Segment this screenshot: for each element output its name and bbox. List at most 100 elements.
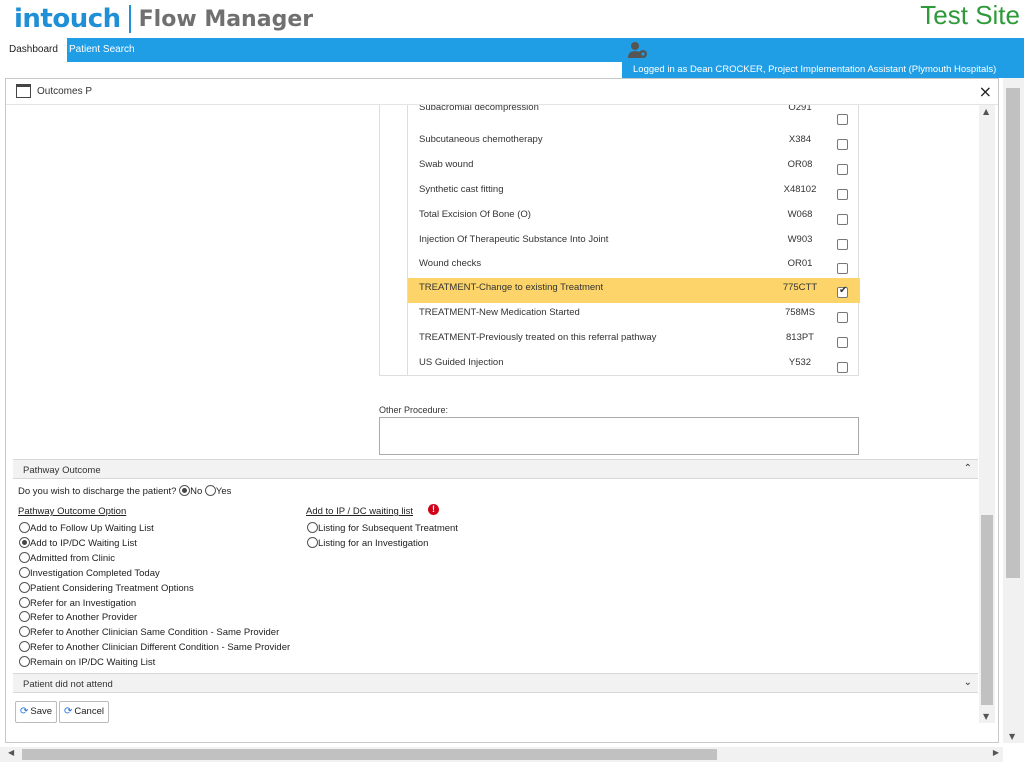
procedure-row[interactable]: Injection Of Therapeutic Substance Into … (408, 230, 860, 255)
procedure-name: TREATMENT-Change to existing Treatment (419, 282, 604, 293)
procedure-checkbox[interactable] (837, 263, 848, 274)
save-label: Save (30, 706, 53, 717)
chevron-up-icon[interactable]: ⌃ (964, 463, 972, 474)
modal-scrollbar-thumb[interactable] (981, 515, 993, 705)
pathway-outcome-option[interactable]: Refer for an Investigation (19, 596, 137, 612)
pathway-outcome-option[interactable]: Add to IP/DC Waiting List (19, 536, 137, 552)
procedure-list-inner: Subacromial decompression O291 Subcutaneou… (407, 105, 860, 378)
save-button[interactable]: ⟳ Save (15, 701, 58, 723)
procedure-checkbox[interactable] (837, 139, 848, 150)
procedure-row[interactable]: TREATMENT-Change to existing Treatment 77… (408, 278, 860, 303)
other-procedure-input[interactable] (379, 417, 859, 455)
brand-logo: intouch Flow Manager (14, 2, 313, 36)
app: intouch Flow Manager Test Site Dashboard… (0, 0, 1024, 768)
page-vertical-thumb[interactable] (1006, 88, 1020, 578)
procedure-checkbox[interactable] (837, 114, 848, 125)
option-radio[interactable] (19, 656, 30, 668)
procedure-name: TREATMENT-New Medication Started (419, 307, 580, 318)
procedure-row[interactable]: Subcutaneous chemotherapy X384 (408, 130, 860, 155)
page-horizontal-thumb[interactable] (22, 749, 717, 760)
option-radio[interactable] (19, 551, 30, 563)
procedure-checkbox[interactable] (837, 285, 848, 298)
intouch-logo: intouch (14, 4, 121, 34)
procedure-checkbox[interactable] (837, 239, 848, 250)
procedure-row[interactable]: Synthetic cast fitting X48102 (408, 180, 860, 205)
pathway-outcome-option[interactable]: Add to Follow Up Waiting List (19, 522, 154, 537)
procedure-row[interactable]: US Guided Injection Y532 (408, 353, 860, 378)
procedure-row[interactable]: Total Excision Of Bone (O) W068 (408, 205, 860, 230)
chevron-down-icon[interactable]: ⌄ (964, 677, 972, 688)
procedure-checkbox[interactable] (837, 337, 848, 348)
scroll-right-icon[interactable]: ▶ (993, 748, 999, 757)
discharge-yes-radio[interactable] (204, 485, 216, 496)
discharge-no-radio[interactable] (179, 485, 191, 496)
logo-divider (128, 5, 131, 33)
procedure-row[interactable]: TREATMENT-New Medication Started 758MS (408, 303, 860, 328)
nav-tab-patient-search[interactable]: Patient Search (60, 38, 144, 62)
modal-scrollbar[interactable]: ▲ ▼ (979, 105, 995, 723)
scroll-down-icon[interactable]: ▼ (1009, 732, 1015, 741)
pathway-outcome-option-heading: Pathway Outcome Option (18, 506, 127, 517)
pathway-outcome-option[interactable]: Remain on IP/DC Waiting List (19, 656, 155, 671)
procedure-checkbox[interactable] (837, 312, 848, 323)
discharge-yes-label: Yes (215, 486, 232, 497)
procedure-checkbox[interactable] (837, 214, 848, 225)
procedure-code: W068 (787, 209, 813, 220)
pathway-outcome-option[interactable]: Patient Considering Treatment Options (19, 581, 194, 597)
pathway-outcome-option[interactable]: Admitted from Clinic (19, 551, 115, 567)
waiting-list-option[interactable]: Listing for Subsequent Treatment (307, 522, 458, 537)
option-radio[interactable] (307, 537, 318, 548)
required-error-icon: ! (428, 504, 439, 515)
procedure-name: TREATMENT-Previously treated on this ref… (419, 332, 657, 343)
user-settings-icon[interactable] (628, 41, 648, 59)
procedure-row[interactable]: Subacromial decompression O291 (408, 105, 860, 130)
procedure-checkbox[interactable] (837, 362, 848, 373)
page-horizontal-scrollbar[interactable]: ◀ ▶ (0, 747, 1003, 762)
cancel-button[interactable]: ⟳ Cancel (59, 701, 109, 723)
option-label: Investigation Completed Today (30, 567, 160, 579)
option-radio[interactable] (307, 522, 318, 533)
procedure-row[interactable]: TREATMENT-Previously treated on this ref… (408, 328, 860, 353)
refresh-icon: ⟳ (64, 706, 73, 717)
pathway-outcome-title: Pathway Outcome (23, 465, 101, 476)
nav-tab-dashboard[interactable]: Dashboard (0, 38, 67, 62)
pathway-outcome-option[interactable]: Refer to Another Provider (19, 611, 137, 626)
procedure-name: Total Excision Of Bone (O) (419, 209, 531, 220)
procedure-code: Y532 (788, 357, 812, 368)
pathway-outcome-option[interactable]: Refer to Another Clinician Same Conditio… (19, 626, 279, 641)
option-label: Refer to Another Clinician Different Con… (30, 642, 291, 654)
close-icon[interactable]: × (979, 82, 992, 101)
scroll-up-icon[interactable]: ▲ (983, 107, 989, 116)
option-radio[interactable] (19, 522, 30, 533)
option-label: Refer to Another Clinician Same Conditio… (30, 627, 280, 639)
scroll-down-icon[interactable]: ▼ (983, 712, 989, 721)
option-label: Refer for an Investigation (30, 597, 137, 609)
pathway-outcome-option[interactable]: Refer to Another Clinician Different Con… (19, 641, 290, 656)
procedure-checkbox[interactable] (837, 164, 848, 175)
procedure-code: O291 (788, 105, 812, 113)
option-radio[interactable] (19, 581, 30, 593)
discharge-question-row: Do you wish to discharge the patient? No… (18, 485, 231, 497)
procedure-row[interactable]: Wound checks OR01 (408, 254, 860, 279)
option-label: Listing for Subsequent Treatment (318, 523, 458, 534)
option-label: Add to IP/DC Waiting List (30, 537, 137, 549)
modal-title: Outcomes P (37, 86, 93, 97)
procedure-row[interactable]: Swab wound OR08 (408, 155, 860, 180)
waiting-list-option[interactable]: Listing for an Investigation (307, 537, 428, 552)
scroll-left-icon[interactable]: ◀ (8, 748, 14, 757)
product-name: Flow Manager (138, 6, 314, 32)
option-radio[interactable] (19, 536, 30, 548)
pathway-outcome-option[interactable]: Investigation Completed Today (19, 566, 160, 582)
option-radio[interactable] (19, 626, 30, 638)
option-radio[interactable] (19, 566, 30, 578)
procedure-checkbox[interactable] (837, 189, 848, 200)
window-icon (16, 84, 31, 98)
page-vertical-scrollbar[interactable]: ▼ (1003, 78, 1024, 743)
option-radio[interactable] (19, 596, 30, 608)
procedure-list: Subacromial decompression O291 Subcutaneou… (379, 105, 860, 378)
option-radio[interactable] (19, 641, 30, 653)
did-not-attend-header[interactable]: Patient did not attend ⌄ (13, 673, 978, 693)
pathway-outcome-header[interactable]: Pathway Outcome ⌃ (13, 459, 978, 479)
option-radio[interactable] (19, 611, 30, 623)
procedure-code: W903 (787, 234, 813, 245)
